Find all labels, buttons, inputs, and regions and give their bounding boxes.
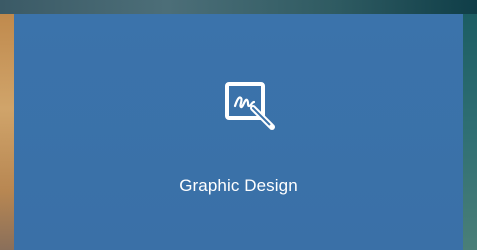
background-left-strip [0,14,14,250]
card-label: Graphic Design [179,176,298,195]
background-right-strip [463,14,477,250]
graphic-design-icon [221,80,285,144]
background-top-strip [0,0,477,14]
graphic-design-card[interactable]: Graphic Design [14,14,463,250]
